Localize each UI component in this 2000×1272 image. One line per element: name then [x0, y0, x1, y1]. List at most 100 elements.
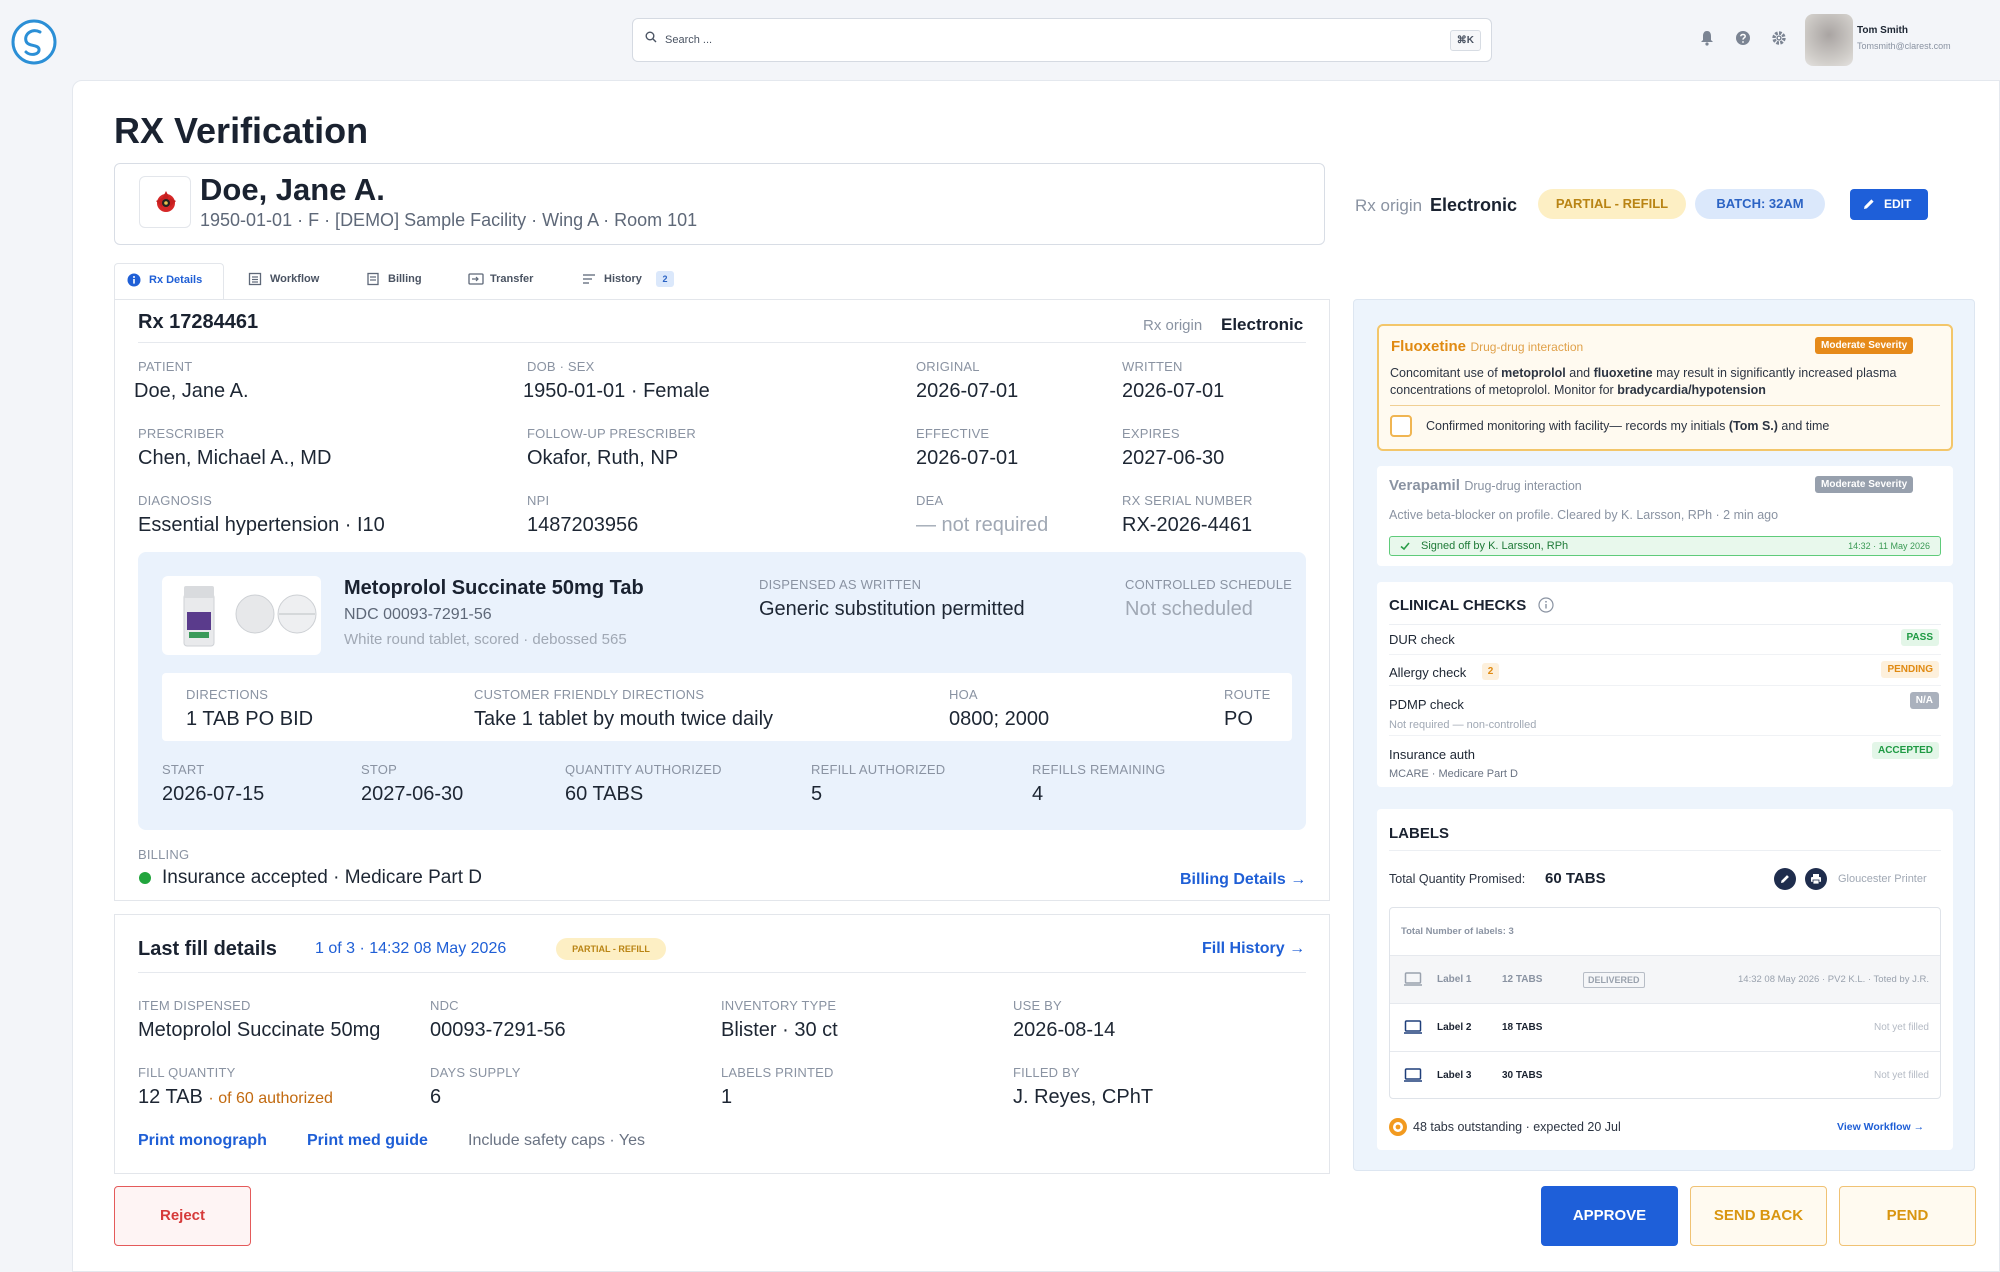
label-meta: Not yet filled [1873, 1070, 1929, 1081]
label-meta: 14:32 08 May 2026 · PV2 K.L. · Toted by … [1738, 974, 1929, 985]
tab-history[interactable]: History [570, 263, 642, 301]
field-value: PO [1224, 708, 1253, 730]
total-quantity-label: Total Quantity Promised: [1389, 872, 1526, 886]
signed-off-time: 14:32 · 11 May 2026 [1848, 541, 1930, 551]
tab-billing[interactable]: Billing [354, 263, 422, 301]
label-row-3[interactable]: Label 3 30 TABS Not yet filled [1390, 1051, 1940, 1099]
field-dob-sex: DOB · SEX 1950-01-01 · Female [523, 359, 710, 403]
tab-label: History [604, 273, 642, 285]
info-icon [127, 273, 141, 287]
field-refills-remaining: REFILLS REMAINING 4 [1032, 762, 1165, 806]
send-back-button[interactable]: SEND BACK [1690, 1186, 1827, 1246]
field-dea: DEA — not required [916, 493, 1048, 537]
field-value: 2026-07-15 [162, 783, 265, 805]
confirm-monitoring-label: Confirmed monitoring with facility— reco… [1426, 419, 1829, 433]
field-label: DEA [916, 493, 944, 508]
tab-rx-details[interactable]: Rx Details [114, 263, 224, 301]
field-label: NPI [527, 493, 550, 508]
gear-icon[interactable] [1771, 30, 1787, 46]
field-value: 1487203956 [527, 514, 639, 536]
search-input[interactable] [665, 27, 1425, 53]
edit-labels-button[interactable] [1774, 868, 1796, 890]
field-item-dispensed: ITEM DISPENSED Metoprolol Succinate 50mg [138, 998, 380, 1042]
avatar[interactable] [1805, 14, 1853, 66]
app-logo[interactable] [10, 18, 58, 66]
field-inventory-type: INVENTORY TYPE Blister · 30 ct [721, 998, 838, 1042]
billing-icon [367, 272, 379, 286]
search-bar[interactable]: ⌘K [632, 18, 1492, 62]
divider [138, 342, 1306, 343]
field-label: FILL QUANTITY [138, 1065, 236, 1080]
field-value: 2026-08-14 [1013, 1019, 1116, 1041]
field-prescriber: PRESCRIBER Chen, Michael A., MD [138, 426, 331, 470]
alert-text: Concomitant use of [1390, 366, 1502, 380]
field-stop: STOP 2027-06-30 [361, 762, 463, 806]
patient-info: 1950-01-01 · F · [DEMO] Sample Facility … [200, 210, 698, 230]
label-row-2[interactable]: Label 2 18 TABS Not yet filled [1390, 1003, 1940, 1051]
pencil-icon [1781, 875, 1789, 883]
field-value: Doe, Jane A. [134, 380, 249, 402]
tab-transfer[interactable]: Transfer [456, 263, 533, 301]
field-label: DIAGNOSIS [138, 493, 213, 508]
check-pdmp: PDMP check [1389, 697, 1464, 712]
divider [1389, 624, 1941, 625]
rx-origin-value: Electronic [1430, 195, 1518, 215]
field-label: DAYS SUPPLY [430, 1065, 521, 1080]
field-effective: EFFECTIVE 2026-07-01 [916, 426, 1018, 470]
divider [1389, 654, 1941, 655]
field-value: 5 [811, 783, 823, 805]
label-icon [1404, 1020, 1422, 1034]
labels-count: Total Number of labels: 3 [1401, 926, 1514, 937]
field-label: DISPENSED AS WRITTEN [759, 577, 922, 592]
view-workflow-link[interactable]: View Workflow → [1837, 1121, 1924, 1133]
bell-icon[interactable] [1700, 30, 1714, 46]
field-label: DOB · SEX [527, 359, 595, 374]
reject-button[interactable]: Reject [114, 1186, 251, 1246]
confirm-monitoring-checkbox[interactable] [1390, 415, 1412, 437]
field-value: Okafor, Ruth, NP [527, 447, 679, 469]
print-labels-button[interactable] [1805, 868, 1827, 890]
field-label: PATIENT [138, 359, 193, 374]
print-monograph-link[interactable]: Print monograph [138, 1132, 267, 1150]
billing-details-link[interactable]: Billing Details → [1180, 871, 1306, 889]
field-value: 6 [430, 1086, 442, 1108]
label-name: Label 2 [1437, 1022, 1472, 1033]
confirm-text: Confirmed monitoring with facility— reco… [1426, 419, 1729, 433]
label-row-1[interactable]: Label 1 12 TABS DELIVERED 14:32 08 May 2… [1390, 955, 1940, 1003]
field-value: 4 [1032, 783, 1044, 805]
fill-history-link[interactable]: Fill History → [1202, 940, 1305, 958]
edit-label: EDIT [1884, 197, 1912, 211]
divider [1389, 850, 1941, 851]
divider [138, 972, 1306, 973]
field-value: Blister · 30 ct [721, 1019, 838, 1041]
edit-button[interactable]: EDIT [1850, 189, 1928, 220]
check-insurance-note: MCARE · Medicare Part D [1389, 768, 1518, 780]
label-status-badge: DELIVERED [1583, 972, 1645, 988]
history-icon [583, 274, 595, 284]
tab-workflow[interactable]: Workflow [236, 263, 319, 301]
field-label: STOP [361, 762, 397, 777]
divider [1389, 735, 1941, 736]
severity-badge: Moderate Severity [1815, 337, 1914, 354]
label-name: Label 1 [1437, 974, 1472, 985]
pend-button[interactable]: PEND [1839, 1186, 1976, 1246]
print-med-guide-link[interactable]: Print med guide [307, 1132, 428, 1150]
check-insurance-auth: Insurance auth [1389, 747, 1476, 762]
approve-button[interactable]: APPROVE [1541, 1186, 1678, 1246]
field-label: EXPIRES [1122, 426, 1180, 441]
info-icon[interactable] [1538, 597, 1554, 613]
check-pdmp-note: Not required — non-controlled [1389, 719, 1537, 731]
field-value: 2026-07-01 [916, 447, 1019, 469]
help-icon[interactable] [1735, 30, 1751, 46]
label-qty: 18 TABS [1502, 1022, 1543, 1033]
confirm-text: and time [1777, 419, 1830, 433]
label-icon [1404, 972, 1422, 986]
alert-heading: Fluoxetine Drug-drug interaction [1391, 338, 1583, 356]
field-label: REFILLS REMAINING [1032, 762, 1166, 777]
patient-name: Doe, Jane A. [200, 172, 385, 207]
batch-badge: BATCH: 32AM [1695, 189, 1825, 219]
field-label: ROUTE [1224, 687, 1271, 702]
tab-label: Transfer [490, 273, 534, 285]
clock-icon [1389, 1118, 1407, 1136]
labels-title: LABELS [1389, 825, 1449, 842]
